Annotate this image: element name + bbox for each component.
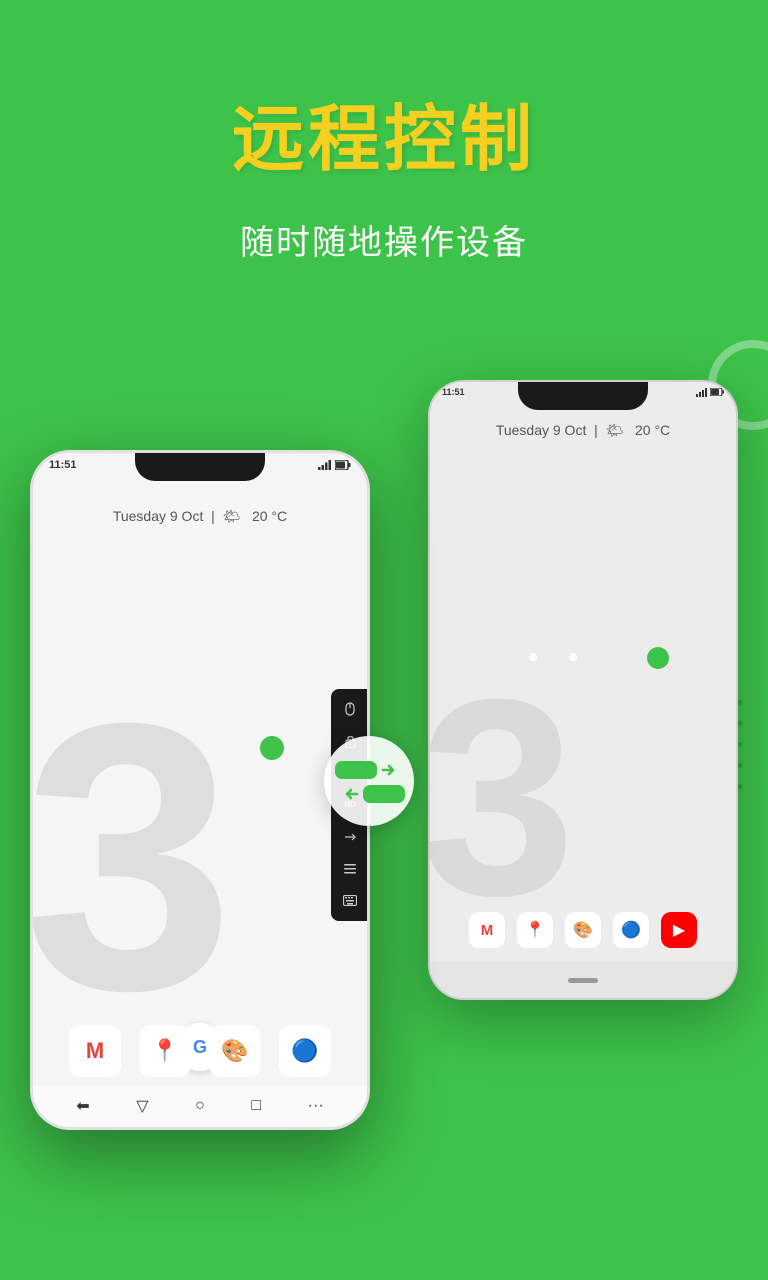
battery-icon	[710, 388, 724, 396]
phone-back-date-text: Tuesday 9 Oct | 🌤 20 °C	[496, 422, 670, 438]
app-maps-back[interactable]: 📍	[517, 912, 553, 948]
phone-front-nav: ⬅ ▽ ○ □ ···	[33, 1085, 367, 1127]
phone-front-time: 11:51	[49, 459, 77, 471]
nav-more-btn[interactable]: ···	[308, 1097, 324, 1115]
signal-icon-front	[318, 460, 332, 470]
dot-green-front	[260, 736, 284, 760]
ctrl-rotate-icon[interactable]	[338, 825, 362, 849]
ctrl-keyboard-icon[interactable]	[338, 889, 362, 913]
phone-back-nav	[430, 962, 736, 998]
phone-back: 11:51	[428, 380, 738, 1000]
phone-back-time: 11:51	[442, 387, 465, 397]
phone-back-screen: 11:51	[430, 382, 736, 998]
page-wrapper: 远程控制 随时随地操作设备 11:51	[0, 0, 768, 1280]
swap-button[interactable]	[324, 736, 414, 826]
nav-back-btn[interactable]: ⬅	[76, 1096, 89, 1116]
phone-front: 11:51	[30, 450, 370, 1130]
nav-square-btn[interactable]: □	[251, 1097, 261, 1115]
app-maps-front[interactable]: 📍	[139, 1025, 191, 1077]
app-gmail-front[interactable]: M	[69, 1025, 121, 1077]
app-chrome-back[interactable]: 🔵	[613, 912, 649, 948]
phone-front-watermark: 3	[33, 667, 234, 1047]
phone-back-dock: M 📍 🎨 🔵 ▶	[430, 912, 736, 948]
swap-icon	[335, 759, 403, 803]
battery-icon-front	[335, 460, 351, 470]
app-photos-front[interactable]: 🎨	[209, 1025, 261, 1077]
app-photos-back[interactable]: 🎨	[565, 912, 601, 948]
app-chrome-front[interactable]: 🔵	[279, 1025, 331, 1077]
phones-container: 11:51	[0, 320, 768, 1280]
dot-green-back	[647, 647, 669, 669]
phone-front-screen: 11:51	[33, 453, 367, 1127]
signal-icon	[696, 388, 708, 397]
phone-back-status-bar: 11:51	[430, 387, 736, 397]
header: 远程控制 随时随地操作设备	[0, 0, 768, 264]
phone-front-date-text: Tuesday 9 Oct | 🌤 20 °C	[113, 508, 287, 524]
nav-home-btn[interactable]: ▽	[136, 1096, 148, 1116]
app-youtube-back[interactable]: ▶	[661, 912, 697, 948]
app-gmail-back[interactable]: M	[469, 912, 505, 948]
dot-white-1	[569, 653, 577, 661]
phone-front-dock: M 📍 🎨 🔵	[33, 1025, 367, 1077]
phone-front-status-bar: 11:51	[33, 459, 367, 471]
nav-recents-btn[interactable]: ○	[195, 1097, 205, 1115]
phone-back-watermark: 3	[430, 658, 576, 938]
main-title: 远程控制	[0, 80, 768, 185]
ctrl-settings-icon[interactable]	[338, 857, 362, 881]
phone-front-date: Tuesday 9 Oct | 🌤 20 °C	[33, 508, 367, 526]
nav-home-indicator	[568, 978, 598, 983]
ctrl-mouse-icon[interactable]	[338, 697, 362, 721]
phone-back-date: Tuesday 9 Oct | 🌤 20 °C	[430, 422, 736, 439]
sub-title: 随时随地操作设备	[0, 215, 768, 264]
